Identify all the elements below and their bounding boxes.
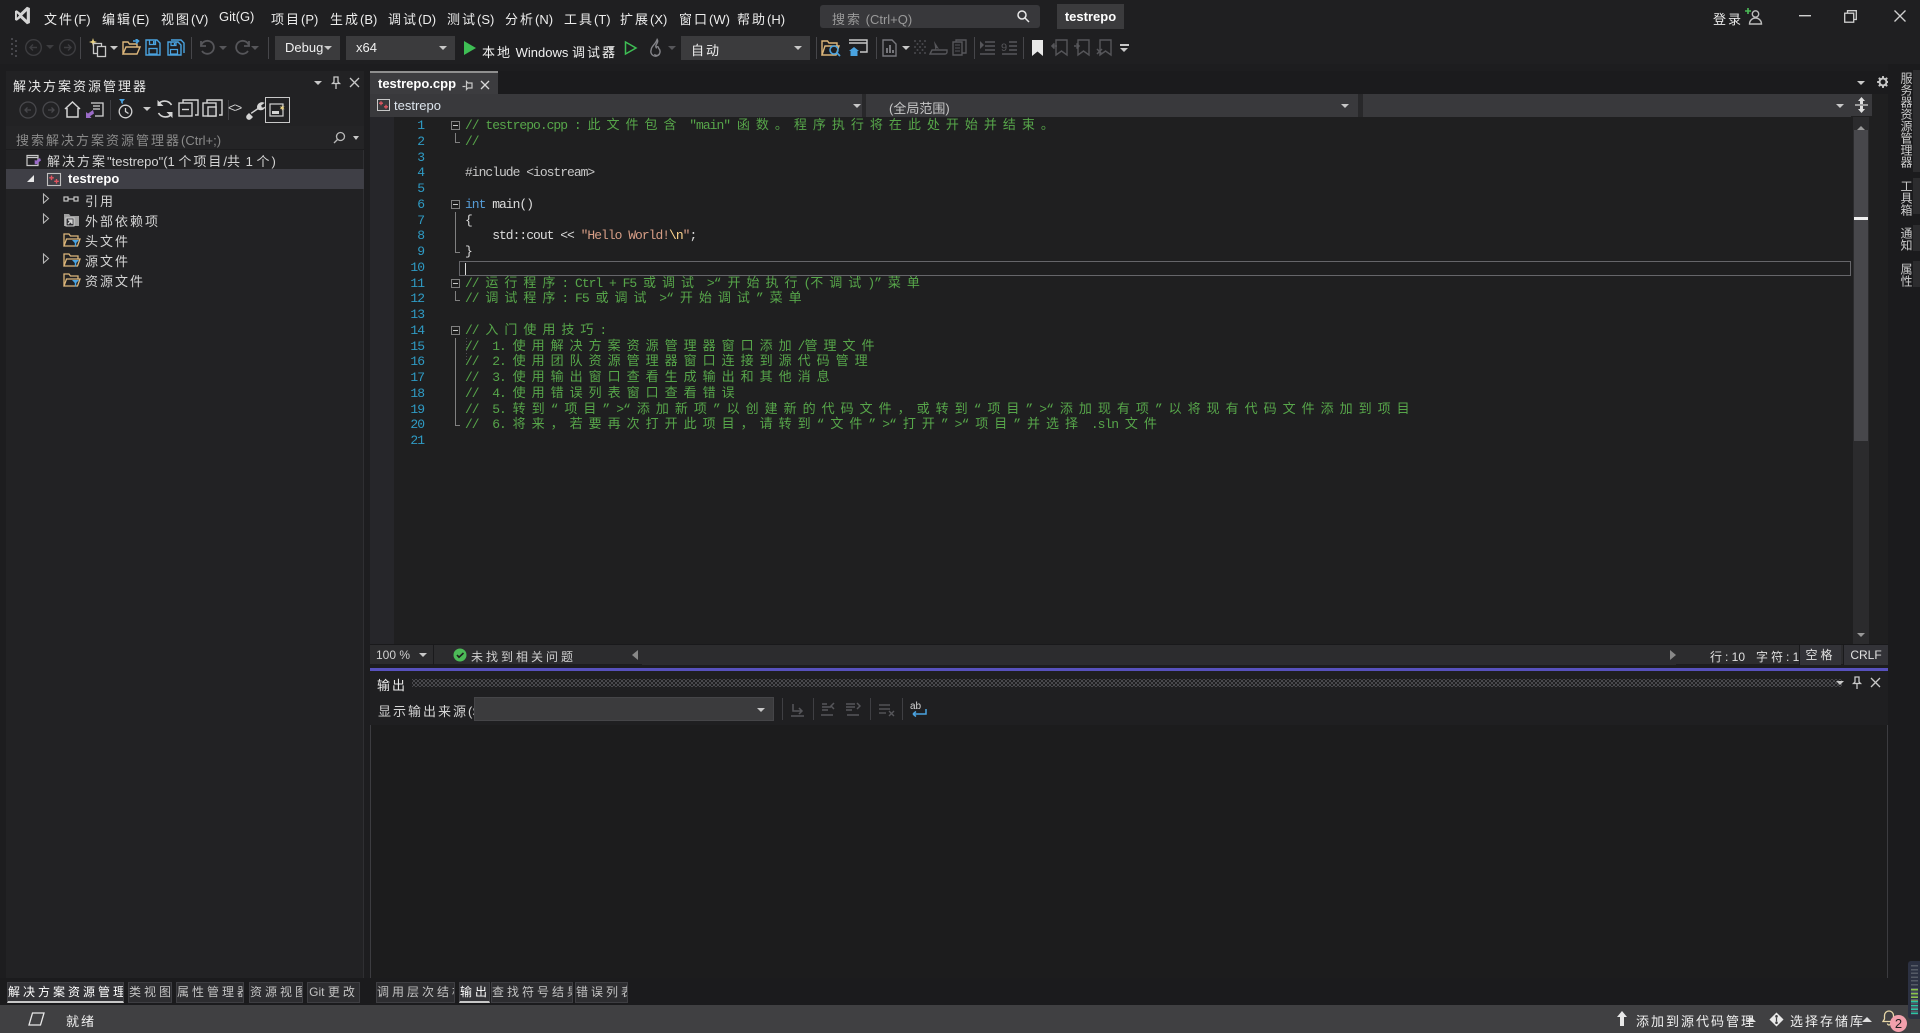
svg-text:ab: ab: [910, 701, 922, 712]
svg-text:9: 9: [1001, 42, 1007, 54]
